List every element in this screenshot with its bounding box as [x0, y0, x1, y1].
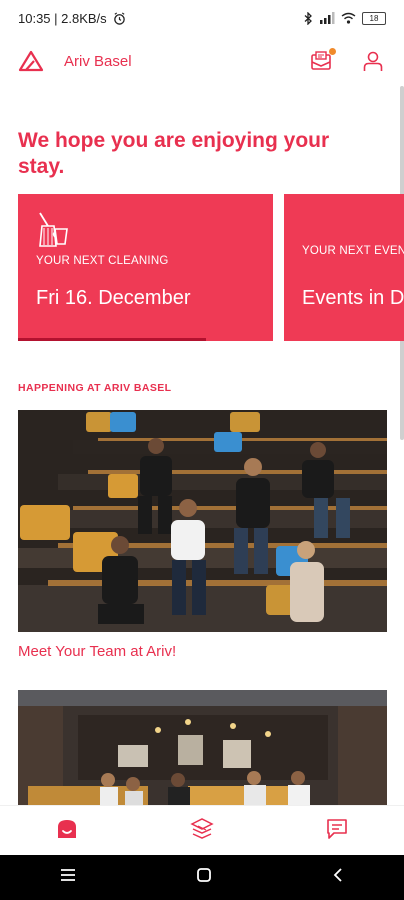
status-right: 18	[304, 11, 386, 25]
next-event-label: YOUR NEXT EVEN	[302, 245, 404, 257]
next-cleaning-label: YOUR NEXT CLEANING	[36, 255, 169, 267]
greeting-heading: We hope you are enjoying your stay.	[18, 129, 330, 178]
brand[interactable]: Ariv Basel	[18, 50, 132, 72]
bottom-navigation	[0, 805, 404, 856]
event-photo-2[interactable]	[18, 690, 387, 805]
cleaning-icon	[39, 212, 68, 247]
team-photo-image	[18, 410, 387, 632]
lounge-photo-image	[18, 690, 387, 805]
battery-indicator: 18	[362, 11, 386, 25]
bluetooth-icon	[304, 11, 312, 25]
services-icon	[190, 817, 214, 839]
home-system-button[interactable]	[196, 867, 212, 888]
inbox-button[interactable]	[310, 48, 336, 72]
user-icon	[363, 51, 383, 71]
alarm-icon	[113, 11, 125, 25]
next-event-card[interactable]: YOUR NEXT EVEN Events in D	[284, 194, 404, 341]
app-header: Ariv Basel	[0, 36, 404, 86]
notification-dot	[329, 48, 336, 55]
back-icon	[333, 868, 342, 882]
status-left: 10:35 | 2.8KB/s	[18, 11, 126, 26]
carousel-progress	[18, 338, 206, 341]
chat-icon	[327, 818, 347, 839]
nav-services[interactable]	[189, 817, 215, 846]
status-bar: 10:35 | 2.8KB/s 18	[0, 0, 404, 36]
event-title[interactable]: Meet Your Team at Ariv!	[18, 643, 176, 660]
next-cleaning-card[interactable]: YOUR NEXT CLEANING Fri 16. December	[18, 194, 273, 341]
signal-icon	[320, 12, 335, 24]
nav-home[interactable]	[55, 817, 79, 846]
home-icon	[58, 819, 76, 838]
next-event-value: Events in D	[302, 287, 404, 309]
menu-icon	[61, 869, 75, 881]
header-actions	[310, 48, 386, 72]
back-button[interactable]	[332, 867, 344, 888]
system-navigation-bar	[0, 855, 404, 900]
event-photo[interactable]	[18, 410, 387, 632]
ariv-logo-icon	[18, 50, 44, 72]
home-square-icon	[197, 868, 211, 882]
nav-chat[interactable]	[325, 817, 349, 846]
next-cleaning-date: Fri 16. December	[36, 287, 191, 309]
wifi-icon	[341, 12, 356, 24]
recents-button[interactable]	[60, 868, 76, 887]
location-title: Ariv Basel	[64, 52, 132, 70]
profile-button[interactable]	[362, 50, 384, 72]
battery-level: 18	[369, 13, 379, 23]
status-time: 10:35 | 2.8KB/s	[18, 10, 107, 26]
section-title: HAPPENING AT ARIV BASEL	[18, 382, 172, 394]
info-cards-carousel[interactable]: YOUR NEXT CLEANING Fri 16. December YOUR…	[18, 194, 404, 342]
